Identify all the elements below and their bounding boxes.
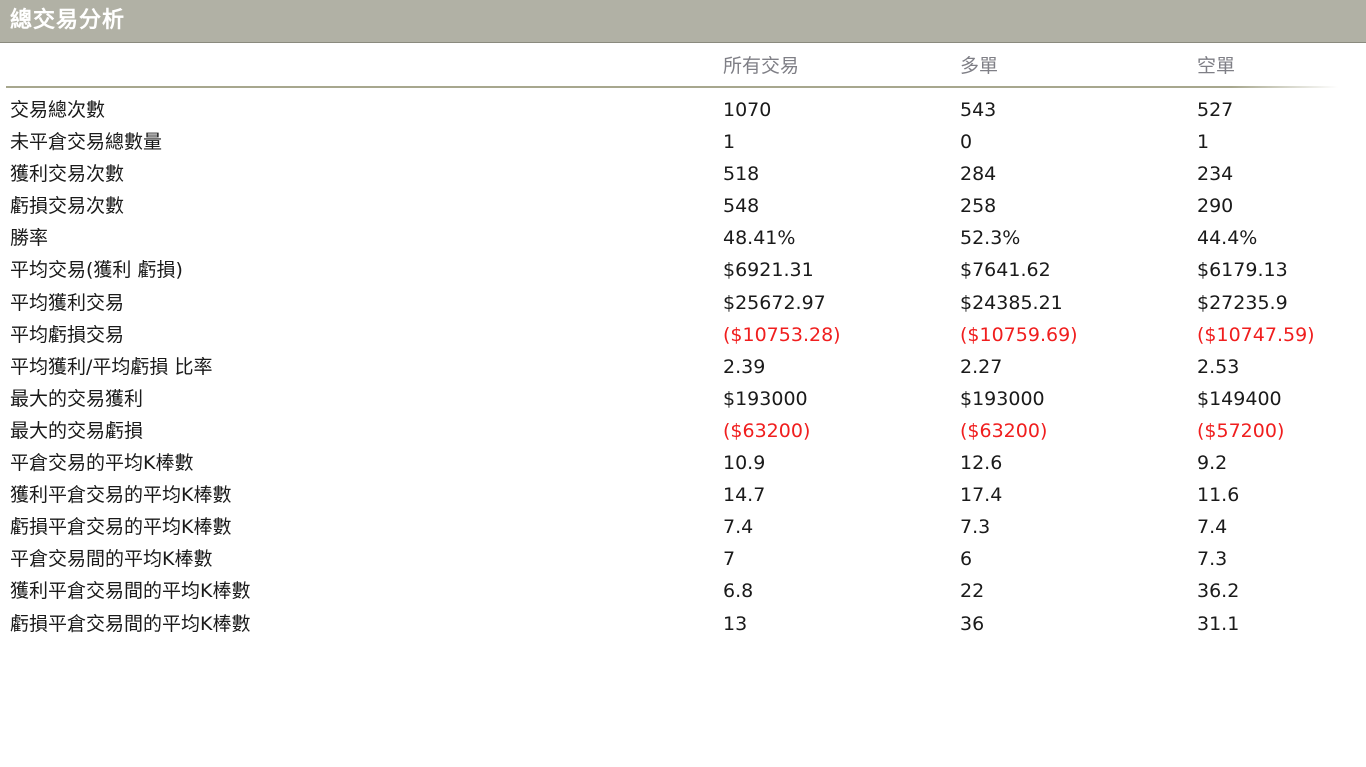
cell-long: 6 — [960, 548, 973, 571]
row-label: 虧損平倉交易的平均K棒數 — [10, 516, 232, 539]
row-label: 平均虧損交易 — [10, 323, 125, 346]
column-header-row: 所有交易 多單 空單 — [0, 44, 1366, 88]
cell-long: $7641.62 — [960, 259, 1051, 282]
cell-short: 2.53 — [1197, 355, 1240, 378]
table-row: 虧損平倉交易間的平均K棒數 13 36 31.1 — [0, 608, 1366, 640]
cell-long: 22 — [960, 580, 985, 603]
cell-long: 258 — [960, 195, 997, 218]
cell-long: 0 — [960, 131, 973, 154]
cell-all-trades: 48.41% — [723, 227, 796, 250]
table-row: 勝率 48.41% 52.3% 44.4% — [0, 222, 1366, 254]
table-row: 獲利平倉交易的平均K棒數 14.7 17.4 11.6 — [0, 479, 1366, 511]
cell-long: ($63200) — [960, 419, 1048, 442]
cell-all-trades: $25672.97 — [723, 291, 826, 314]
cell-all-trades: 7.4 — [723, 516, 754, 539]
cell-all-trades: ($63200) — [723, 419, 811, 442]
cell-all-trades: ($10753.28) — [723, 323, 841, 346]
cell-long: 543 — [960, 99, 997, 121]
table-row: 虧損交易次數 548 258 290 — [0, 190, 1366, 222]
cell-all-trades: 1070 — [723, 99, 772, 121]
row-label: 未平倉交易總數量 — [10, 131, 163, 154]
row-label: 獲利平倉交易間的平均K棒數 — [10, 580, 251, 603]
cell-all-trades: $193000 — [723, 387, 808, 410]
cell-long: 12.6 — [960, 452, 1003, 475]
cell-short: 36.2 — [1197, 580, 1240, 603]
cell-short: 44.4% — [1197, 227, 1258, 250]
column-header-long: 多單 — [960, 55, 999, 77]
table-row: 未平倉交易總數量 1 0 1 — [0, 126, 1366, 158]
table-row: 平倉交易間的平均K棒數 7 6 7.3 — [0, 543, 1366, 575]
title-bar: 總交易分析 — [0, 0, 1366, 43]
cell-short: 1 — [1197, 131, 1210, 154]
row-label: 最大的交易虧損 — [10, 419, 144, 442]
cell-short: ($57200) — [1197, 419, 1285, 442]
row-label: 虧損平倉交易間的平均K棒數 — [10, 612, 251, 635]
cell-long: 36 — [960, 612, 985, 635]
cell-long: ($10759.69) — [960, 323, 1078, 346]
row-label: 平均交易(獲利 虧損) — [10, 259, 183, 282]
cell-short: 11.6 — [1197, 484, 1240, 507]
row-label: 獲利交易次數 — [10, 163, 125, 186]
row-label: 勝率 — [10, 227, 49, 250]
cell-all-trades: 518 — [723, 163, 760, 186]
cell-all-trades: $6921.31 — [723, 259, 814, 282]
cell-long: 284 — [960, 163, 997, 186]
cell-all-trades: 1 — [723, 131, 736, 154]
row-label: 平倉交易間的平均K棒數 — [10, 548, 213, 571]
cell-all-trades: 2.39 — [723, 355, 766, 378]
table-row: 最大的交易獲利 $193000 $193000 $149400 — [0, 383, 1366, 415]
cell-all-trades: 10.9 — [723, 452, 766, 475]
cell-all-trades: 7 — [723, 548, 736, 571]
page-title: 總交易分析 — [10, 8, 126, 33]
table-row: 平倉交易的平均K棒數 10.9 12.6 9.2 — [0, 447, 1366, 479]
table-row: 平均交易(獲利 虧損) $6921.31 $7641.62 $6179.13 — [0, 254, 1366, 286]
table-row: 獲利平倉交易間的平均K棒數 6.8 22 36.2 — [0, 575, 1366, 607]
cell-long: 7.3 — [960, 516, 991, 539]
table-row: 交易總次數 1070 543 527 — [0, 94, 1366, 126]
row-label: 交易總次數 — [10, 99, 106, 121]
header-divider — [6, 86, 1338, 88]
cell-all-trades: 14.7 — [723, 484, 766, 507]
row-label: 平倉交易的平均K棒數 — [10, 452, 194, 475]
column-header-short: 空單 — [1197, 55, 1236, 77]
row-label: 平均獲利/平均虧損 比率 — [10, 355, 213, 378]
stats-table: 交易總次數 1070 543 527 未平倉交易總數量 1 0 1 獲利交易次數 518 284 23… — [0, 94, 1366, 640]
cell-long: $193000 — [960, 387, 1045, 410]
row-label: 虧損交易次數 — [10, 195, 125, 218]
cell-short: 31.1 — [1197, 612, 1240, 635]
cell-short: 7.3 — [1197, 548, 1228, 571]
cell-long: 52.3% — [960, 227, 1021, 250]
cell-short: $6179.13 — [1197, 259, 1288, 282]
table-row: 虧損平倉交易的平均K棒數 7.4 7.3 7.4 — [0, 511, 1366, 543]
cell-short: 7.4 — [1197, 516, 1228, 539]
cell-short: 290 — [1197, 195, 1234, 218]
column-header-all-trades: 所有交易 — [723, 55, 800, 77]
cell-long: 17.4 — [960, 484, 1003, 507]
table-row: 獲利交易次數 518 284 234 — [0, 158, 1366, 190]
row-label: 平均獲利交易 — [10, 291, 125, 314]
table-row: 平均獲利/平均虧損 比率 2.39 2.27 2.53 — [0, 351, 1366, 383]
cell-short: ($10747.59) — [1197, 323, 1315, 346]
cell-all-trades: 13 — [723, 612, 748, 635]
table-row: 最大的交易虧損 ($63200) ($63200) ($57200) — [0, 415, 1366, 447]
cell-short: 234 — [1197, 163, 1234, 186]
cell-short: $149400 — [1197, 387, 1282, 410]
cell-short: $27235.9 — [1197, 291, 1288, 314]
cell-all-trades: 548 — [723, 195, 760, 218]
cell-long: 2.27 — [960, 355, 1003, 378]
table-row: 平均虧損交易 ($10753.28) ($10759.69) ($10747.59) — [0, 319, 1366, 351]
cell-short: 527 — [1197, 99, 1234, 121]
cell-all-trades: 6.8 — [723, 580, 754, 603]
table-row: 平均獲利交易 $25672.97 $24385.21 $27235.9 — [0, 287, 1366, 319]
cell-short: 9.2 — [1197, 452, 1228, 475]
row-label: 最大的交易獲利 — [10, 387, 144, 410]
row-label: 獲利平倉交易的平均K棒數 — [10, 484, 232, 507]
cell-long: $24385.21 — [960, 291, 1063, 314]
